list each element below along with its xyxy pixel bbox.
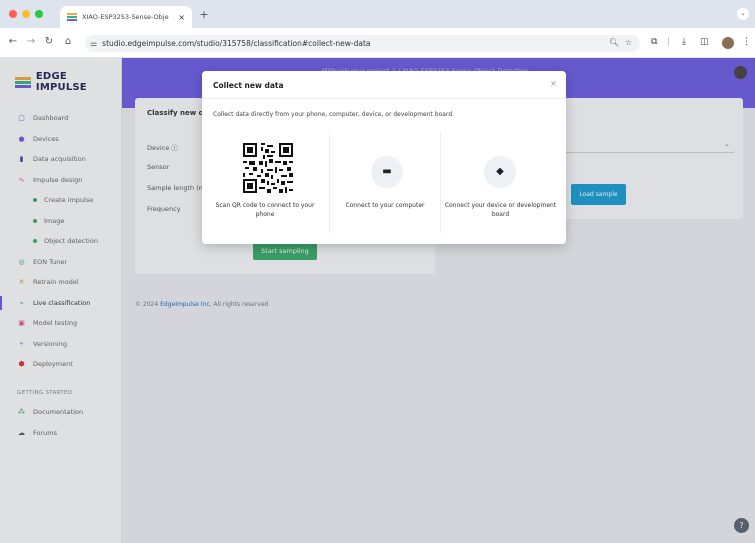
option-label: Connect your device or development board [444,202,557,218]
extensions-icon[interactable]: ⧉ [651,37,657,47]
tab-title: XIAO-ESP32S3-Sense-Obje [82,13,169,21]
modal-header: Collect new data × [202,71,566,99]
chip-icon-badge: ◆ [484,156,516,188]
new-tab-button[interactable]: + [197,8,211,22]
back-icon[interactable]: ← [6,36,20,47]
laptop-icon: ▬ [382,166,392,177]
browser-tab[interactable]: XIAO-ESP32S3-Sense-Obje × [60,6,192,28]
close-icon[interactable]: × [550,79,557,88]
edge-impulse-favicon-icon [67,13,77,21]
minimize-window-button[interactable] [22,10,30,18]
close-window-button[interactable] [9,10,17,18]
kebab-menu-icon[interactable]: ⋮ [742,37,751,47]
option-connect-computer[interactable]: ▬ Connect to your computer [329,131,440,233]
qr-code-icon [243,143,293,193]
tab-close-icon[interactable]: × [178,13,185,22]
modal-title: Collect new data [213,81,284,90]
option-label: Connect to your computer [345,202,425,209]
tab-search-button[interactable]: ⌄ [737,8,749,20]
forward-icon[interactable]: → [24,36,38,47]
toolbar-divider: | [667,37,671,47]
maximize-window-button[interactable] [35,10,43,18]
window-controls [9,10,43,18]
address-bar[interactable]: ⚌ studio.edgeimpulse.com/studio/315758/c… [85,35,640,52]
laptop-icon-badge: ▬ [371,156,403,188]
reload-icon[interactable]: ↻ [42,36,56,47]
modal-description: Collect data directly from your phone, c… [213,111,455,118]
site-info-icon[interactable]: ⚌ [90,39,97,48]
zoom-icon[interactable]: 🔍︎ [609,38,619,47]
option-label: Scan QR code to connect to your phone [215,202,315,218]
browser-tab-bar: XIAO-ESP32S3-Sense-Obje × + ⌄ [0,0,755,28]
url-text: studio.edgeimpulse.com/studio/315758/cla… [102,39,371,48]
chip-icon: ◆ [496,166,504,177]
option-connect-device[interactable]: ◆ Connect your device or development boa… [440,131,560,233]
option-scan-qr[interactable]: Scan QR code to connect to your phone [209,131,321,233]
download-icon[interactable]: ⤓ [682,37,686,47]
sidepanel-icon[interactable]: ◫ [700,37,709,47]
bookmark-star-icon[interactable]: ☆ [625,38,632,47]
browser-toolbar: ← → ↻ ⌂ ⚌ studio.edgeimpulse.com/studio/… [0,28,755,58]
profile-avatar[interactable] [722,37,734,49]
home-icon[interactable]: ⌂ [61,36,75,47]
collect-new-data-modal: Collect new data × Collect data directly… [202,71,566,244]
